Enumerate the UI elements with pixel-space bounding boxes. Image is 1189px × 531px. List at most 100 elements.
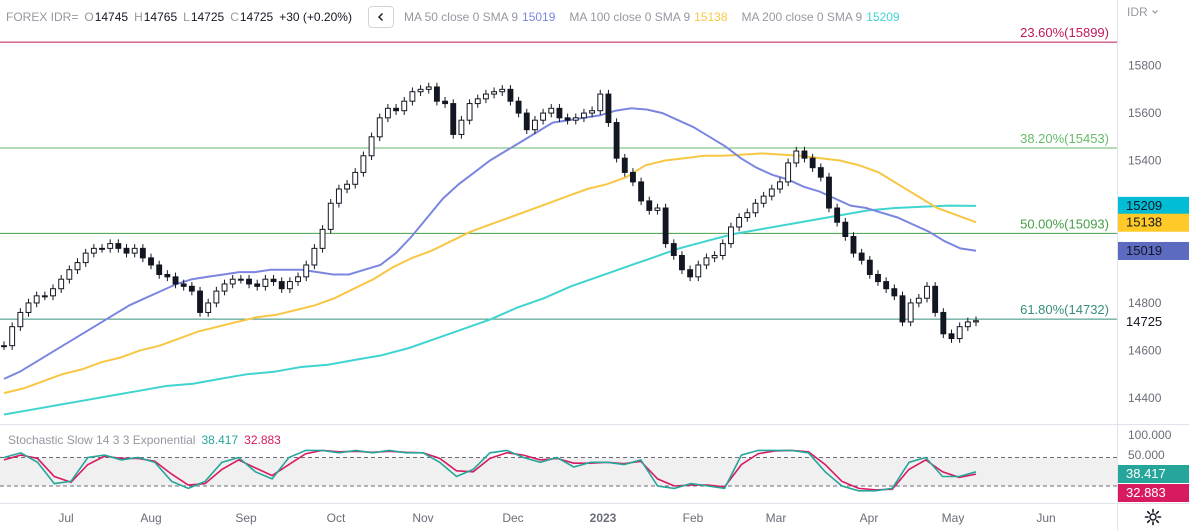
candle-body bbox=[531, 119, 538, 131]
candle-body bbox=[66, 269, 73, 280]
oscillator-axis-label: 50.000 bbox=[1128, 448, 1165, 462]
ma50-legend[interactable]: MA 50 close 0 SMA 9 15019 bbox=[404, 10, 555, 24]
ma100-legend[interactable]: MA 100 close 0 SMA 9 15138 bbox=[569, 10, 727, 24]
collapse-legend-button[interactable] bbox=[367, 6, 394, 28]
candle-body bbox=[507, 88, 514, 102]
x-tick-label: Apr bbox=[860, 511, 879, 525]
candle-body bbox=[597, 93, 604, 112]
candle-body bbox=[58, 278, 65, 290]
candle-body bbox=[695, 264, 702, 278]
y-tick-label: 15600 bbox=[1128, 106, 1162, 120]
candle-body bbox=[915, 297, 922, 304]
candle-body bbox=[99, 247, 105, 250]
stochastic-k-value: 38.417 bbox=[201, 433, 239, 447]
candle-body bbox=[442, 100, 449, 105]
candle-body bbox=[229, 278, 236, 285]
candle-body bbox=[82, 252, 89, 264]
y-tick-label: 15400 bbox=[1128, 154, 1162, 168]
candle-body bbox=[564, 117, 571, 121]
candle-body bbox=[172, 276, 179, 285]
candle-body bbox=[319, 228, 326, 249]
x-tick-label: Aug bbox=[140, 511, 161, 525]
oscillator-axis-label: 100.000 bbox=[1128, 428, 1172, 442]
candle-body bbox=[515, 100, 522, 114]
candle-body bbox=[613, 122, 620, 159]
candle-body bbox=[425, 86, 432, 90]
candle-body bbox=[254, 283, 261, 287]
ohlc-high: H14765 bbox=[134, 10, 178, 24]
x-tick-label: 2023 bbox=[590, 511, 617, 525]
candle-body bbox=[940, 311, 947, 335]
candle-body bbox=[393, 107, 399, 112]
candle-body bbox=[50, 288, 56, 297]
candle-body bbox=[654, 207, 661, 211]
x-tick-label: Feb bbox=[683, 511, 704, 525]
y-tick-label: 14600 bbox=[1128, 343, 1162, 357]
x-tick-label: Mar bbox=[766, 511, 787, 525]
candle-body bbox=[1, 345, 7, 348]
candle-body bbox=[589, 110, 596, 114]
candle-body bbox=[474, 98, 481, 105]
candle-body bbox=[850, 235, 857, 254]
candle-body bbox=[973, 320, 979, 323]
candle-body bbox=[188, 285, 195, 292]
candle-body bbox=[286, 281, 293, 290]
candle-body bbox=[646, 200, 653, 211]
currency-label: IDR bbox=[1127, 5, 1148, 19]
candle-body bbox=[703, 257, 710, 266]
candle-body bbox=[777, 181, 783, 190]
candle-body bbox=[311, 247, 318, 266]
last-price-label: 14725 bbox=[1126, 314, 1162, 329]
ma200-line bbox=[3, 204, 977, 416]
candle-body bbox=[90, 247, 97, 254]
y-tick-label: 15800 bbox=[1128, 59, 1162, 73]
candle-body bbox=[630, 171, 636, 183]
candle-body bbox=[662, 207, 669, 245]
candle-body bbox=[932, 285, 939, 313]
candle-body bbox=[801, 150, 808, 159]
x-tick-label: May bbox=[942, 511, 965, 525]
candle-body bbox=[368, 136, 375, 157]
candle-body bbox=[270, 278, 277, 283]
candle-body bbox=[891, 288, 898, 297]
candle-body bbox=[33, 295, 40, 304]
candle-body bbox=[41, 295, 48, 298]
x-tick-label: Sep bbox=[235, 511, 257, 525]
x-tick-label: Nov bbox=[412, 511, 433, 525]
candle-body bbox=[899, 295, 906, 323]
price-chart[interactable]: 1440014600148001500015200154001560015800… bbox=[0, 0, 1189, 531]
candle-body bbox=[482, 93, 489, 100]
candle-body bbox=[295, 276, 301, 283]
candle-body bbox=[221, 283, 228, 292]
candle-body bbox=[907, 302, 914, 323]
ma-price-badge-label: 15019 bbox=[1126, 243, 1162, 258]
candle-body bbox=[548, 107, 555, 114]
ma200-legend[interactable]: MA 200 close 0 SMA 9 15209 bbox=[742, 10, 900, 24]
candle-body bbox=[213, 290, 220, 304]
price-change: +30 (+0.20%) bbox=[279, 10, 352, 24]
gear-icon[interactable] bbox=[1144, 508, 1162, 526]
stochastic-legend[interactable]: Stochastic Slow 14 3 3 Exponential 38.41… bbox=[8, 433, 281, 447]
candle-body bbox=[164, 273, 171, 278]
candle-body bbox=[25, 302, 32, 313]
fib-label: 23.60%(15899) bbox=[1020, 25, 1109, 40]
ma-price-badge-label: 15209 bbox=[1126, 198, 1162, 213]
candle-body bbox=[883, 281, 890, 290]
candle-body bbox=[466, 103, 473, 121]
candle-body bbox=[793, 150, 800, 164]
candle-body bbox=[327, 202, 334, 230]
candle-body bbox=[768, 188, 775, 197]
candle-body bbox=[809, 157, 816, 169]
stochastic-title: Stochastic Slow 14 3 3 Exponential bbox=[8, 433, 196, 447]
candle-body bbox=[352, 171, 359, 185]
candle-body bbox=[866, 259, 873, 275]
candle-body bbox=[728, 226, 734, 245]
candle-body bbox=[679, 254, 685, 271]
ma50-line bbox=[3, 107, 977, 380]
currency-selector[interactable]: IDR bbox=[1127, 5, 1159, 19]
y-tick-label: 14800 bbox=[1128, 296, 1162, 310]
candle-body bbox=[621, 157, 628, 173]
candle-body bbox=[719, 243, 726, 256]
candle-body bbox=[687, 269, 694, 278]
symbol-name[interactable]: FOREX IDR= bbox=[6, 10, 78, 24]
